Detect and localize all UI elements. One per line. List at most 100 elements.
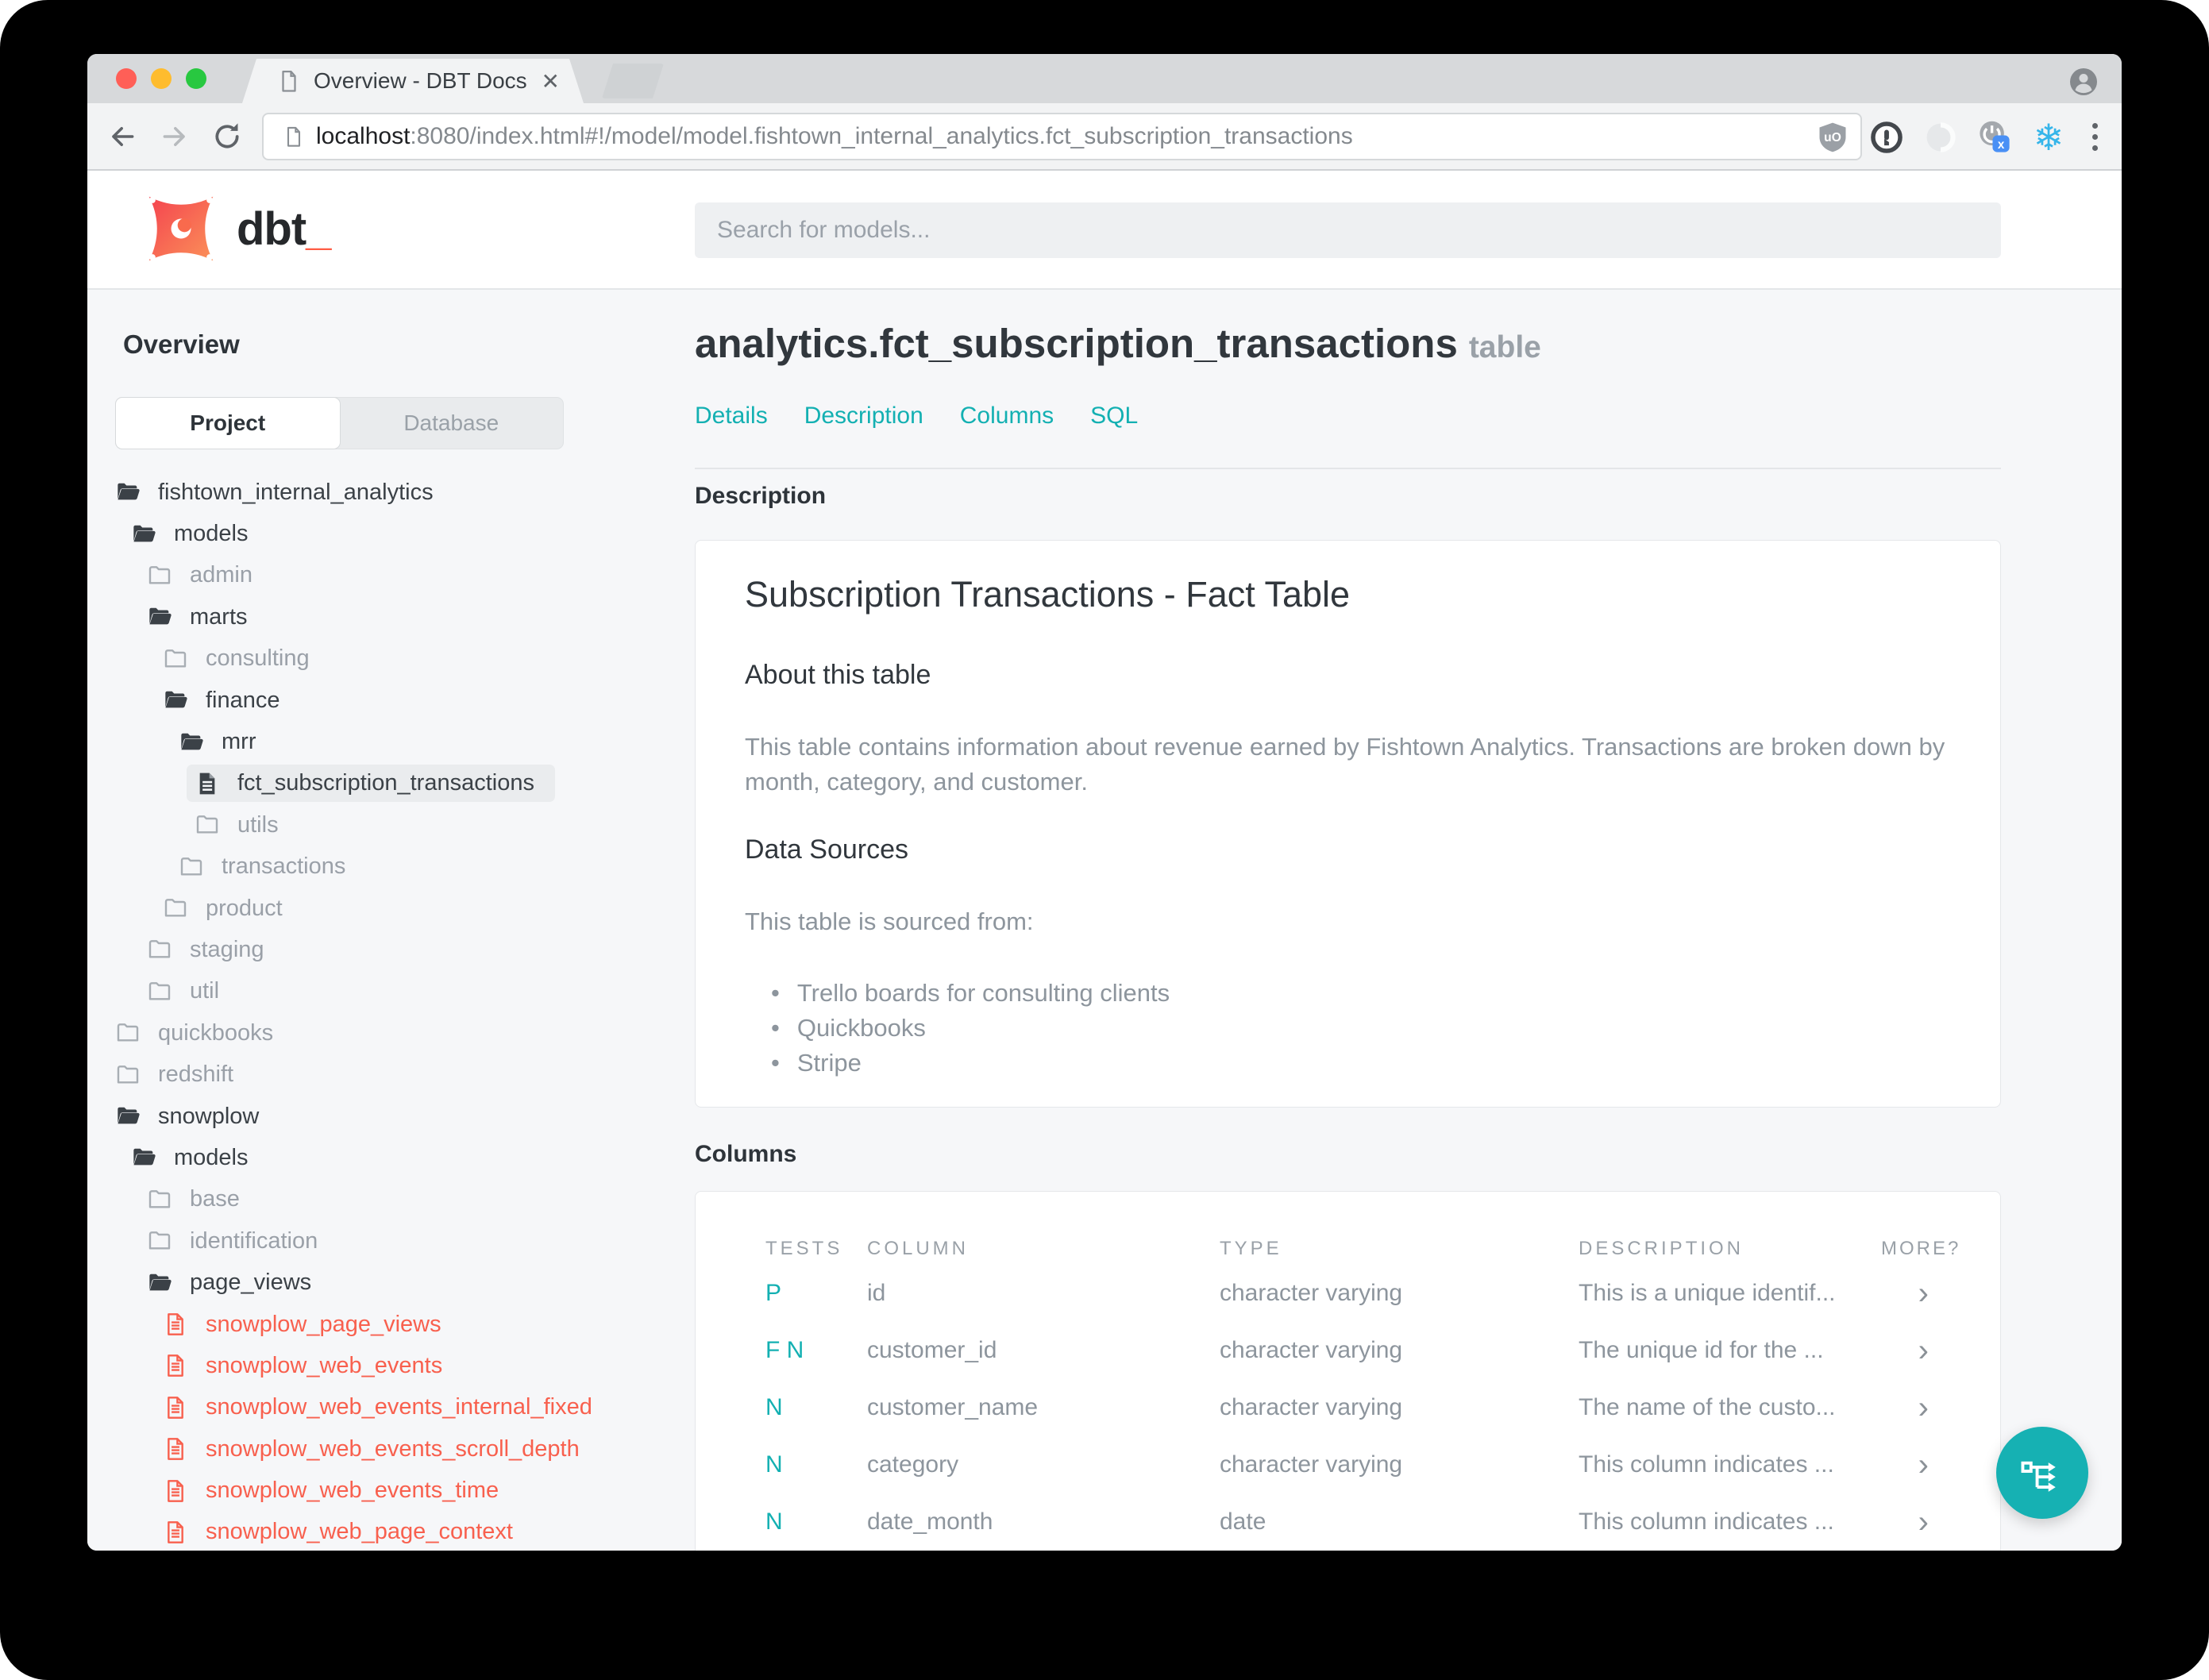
nav-link-description[interactable]: Description <box>804 403 923 430</box>
zoom-window-button[interactable] <box>186 68 206 89</box>
loop-icon[interactable] <box>1923 120 1958 155</box>
sidebar-tab-database[interactable]: Database <box>340 398 564 449</box>
onepassword-icon[interactable] <box>1869 120 1904 155</box>
tree-item[interactable]: product <box>87 888 689 929</box>
tree-item-label: finance <box>206 687 280 713</box>
tree-item[interactable]: utils <box>87 804 689 846</box>
search-input[interactable] <box>695 202 2001 258</box>
columns-section-heading: Columns <box>695 1141 797 1167</box>
tree-item-label: consulting <box>206 645 310 672</box>
snowflake-icon[interactable]: ❄ <box>2031 119 2066 156</box>
bullet-icon: • <box>771 1014 780 1042</box>
expand-row-button[interactable]: › <box>1881 1392 1929 1424</box>
tree-item-label: base <box>190 1186 240 1212</box>
sources-heading: Data Sources <box>745 834 908 865</box>
file-red-icon <box>163 1312 188 1337</box>
table-row[interactable]: Ndate_month date This column indicates ...… <box>765 1493 1929 1551</box>
tree-item[interactable]: staging <box>87 929 689 970</box>
minimize-window-button[interactable] <box>151 68 172 89</box>
tree-item[interactable]: consulting <box>87 638 689 680</box>
tree-item[interactable]: fct_subscription_transactions <box>87 763 689 804</box>
new-tab-button[interactable] <box>602 64 664 98</box>
forward-button-icon[interactable] <box>157 119 192 154</box>
tree-item[interactable]: transactions <box>87 846 689 888</box>
header-tests: TESTS <box>765 1238 843 1259</box>
browser-menu[interactable] <box>2084 103 2106 171</box>
folder-icon <box>179 854 204 880</box>
tree-item[interactable]: snowplow_web_events_internal_fixed <box>87 1387 689 1428</box>
tree-item[interactable]: finance <box>87 680 689 721</box>
tree-item[interactable]: marts <box>87 596 689 638</box>
expand-row-button[interactable]: › <box>1881 1335 1929 1367</box>
tree-item-label: admin <box>190 562 253 588</box>
tree-item[interactable]: redshift <box>87 1054 689 1095</box>
cell-column: customer_name <box>867 1394 1039 1420</box>
table-row[interactable]: Ncategory character varying This column in… <box>765 1436 1929 1493</box>
lineage-graph-button[interactable] <box>1996 1427 2088 1519</box>
svg-text:uO: uO <box>1824 131 1841 144</box>
tree-item[interactable]: identification <box>87 1220 689 1262</box>
close-tab-icon[interactable]: ✕ <box>542 68 560 94</box>
nav-link-sql[interactable]: SQL <box>1090 403 1138 430</box>
table-row[interactable]: Ncustomer_name character varying The name … <box>765 1379 1929 1436</box>
table-row[interactable]: F N customer_id character varying The uniqu… <box>765 1322 1929 1379</box>
cell-description: The name of the custo... <box>1579 1394 1836 1420</box>
tree-item[interactable]: base <box>87 1179 689 1220</box>
kebab-menu-icon[interactable] <box>2084 123 2106 151</box>
nav-link-details[interactable]: Details <box>695 403 768 430</box>
file-icon <box>195 771 220 796</box>
cell-column: date_month <box>867 1509 993 1535</box>
file-red-icon <box>163 1353 188 1378</box>
tree-item[interactable]: snowplow_web_events_time <box>87 1470 689 1511</box>
tree-item-label: models <box>174 1144 249 1170</box>
expand-row-button[interactable]: › <box>1881 1506 1929 1539</box>
chevron-right-icon: › <box>1918 1447 1929 1482</box>
tree-item[interactable]: models <box>87 513 689 554</box>
cell-tests: F N <box>765 1337 804 1363</box>
tree-item[interactable]: mrr <box>87 721 689 762</box>
tree-item[interactable]: util <box>87 971 689 1012</box>
columns-table-body: Pid character varying This is a unique ide… <box>765 1265 1929 1551</box>
description-card: Subscription Transactions - Fact Table A… <box>695 540 2001 1108</box>
folder-icon <box>163 646 188 672</box>
url-bar[interactable]: localhost:8080/index.html#!/model/model.… <box>262 113 1862 160</box>
expand-row-button[interactable]: › <box>1881 1277 1929 1310</box>
tree-item[interactable]: page_views <box>87 1262 689 1303</box>
tree-item[interactable]: admin <box>87 555 689 596</box>
folder-icon <box>195 812 220 838</box>
tree-item-label: fishtown_internal_analytics <box>158 479 434 505</box>
chevron-right-icon: › <box>1918 1504 1929 1539</box>
tree-item-label: utils <box>237 811 279 838</box>
source-list-item: • Stripe <box>771 1046 1170 1081</box>
url-text: localhost:8080/index.html#!/model/model.… <box>316 123 1353 149</box>
browser-tab[interactable]: Overview - DBT Docs ✕ <box>242 59 584 103</box>
tree-item[interactable]: quickbooks <box>87 1012 689 1054</box>
tree-item[interactable]: snowplow_web_page_context <box>87 1512 689 1551</box>
expand-row-button[interactable]: › <box>1881 1449 1929 1482</box>
tree-item[interactable]: models <box>87 1137 689 1178</box>
cell-description: This column indicates ... <box>1579 1509 1834 1535</box>
columns-table-header: TESTS COLUMN TYPE DESCRIPTION MORE? <box>765 1233 1958 1265</box>
tree-item[interactable]: snowplow <box>87 1096 689 1137</box>
tree-item[interactable]: snowplow_web_events <box>87 1345 689 1386</box>
cell-description: The unique id for the ... <box>1579 1337 1824 1363</box>
sidebar-title: Overview <box>123 329 240 359</box>
tree-item[interactable]: fishtown_internal_analytics <box>87 472 689 513</box>
close-window-button[interactable] <box>116 68 137 89</box>
tree-item[interactable]: snowplow_page_views <box>87 1304 689 1345</box>
table-row[interactable]: Pid character varying This is a unique ide… <box>765 1265 1929 1322</box>
tree-item[interactable]: snowplow_web_events_scroll_depth <box>87 1428 689 1470</box>
back-button-icon[interactable] <box>105 119 140 154</box>
nav-link-columns[interactable]: Columns <box>960 403 1054 430</box>
folder-icon <box>115 1020 141 1046</box>
ublock-origin-icon[interactable]: uO <box>1815 120 1850 155</box>
sources-intro: This table is sourced from: <box>745 907 1034 935</box>
profile-avatar-icon[interactable] <box>2069 67 2098 96</box>
reload-button-icon[interactable] <box>210 119 245 154</box>
sidebar-tab-project[interactable]: Project <box>116 398 340 449</box>
file-red-icon <box>163 1520 188 1545</box>
tree-item-label: quickbooks <box>158 1019 274 1046</box>
power-x-icon[interactable]: x <box>1977 120 2012 155</box>
folder-icon <box>147 1228 172 1254</box>
chevron-right-icon: › <box>1918 1332 1929 1368</box>
